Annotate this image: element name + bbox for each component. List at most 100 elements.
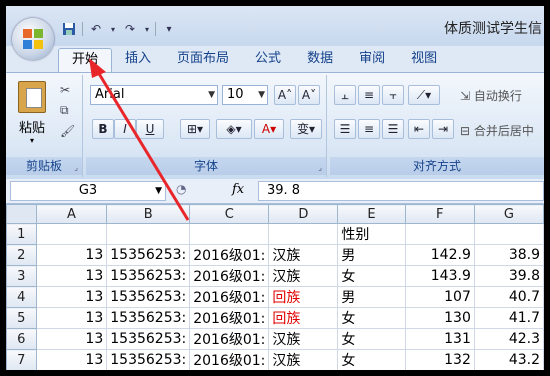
cell-a2[interactable]: 13 [35,244,108,266]
cell-e3[interactable]: 女 [337,265,406,287]
cell-f6[interactable]: 131 [404,328,475,350]
cell-f3[interactable]: 143.9 [404,265,475,287]
cell-d6[interactable]: 汉族 [268,328,339,350]
column-header-c[interactable]: C [189,204,270,224]
cell-d1[interactable] [268,223,339,245]
cell-g3[interactable]: 39.8 [473,265,544,287]
paste-button[interactable]: 粘贴 ▾ [14,81,50,147]
row-header[interactable]: 1 [6,223,37,245]
tab-view[interactable]: 视图 [398,48,450,72]
font-size-combo[interactable]: 10 ▼ [222,85,268,105]
cell-g6[interactable]: 42.3 [473,328,544,350]
row-header[interactable]: 4 [6,286,37,308]
cell-e4[interactable]: 男 [337,286,406,308]
cell-b7[interactable]: 15356253: [106,349,191,370]
cell-c2[interactable]: 2016级01: [189,244,270,266]
shrink-font-button[interactable]: A˅ [298,85,320,105]
cell-e6[interactable]: 女 [337,328,406,350]
align-right-button[interactable]: ☰ [382,119,404,139]
cell-b2[interactable]: 15356253: [106,244,191,266]
cell-e7[interactable]: 女 [337,349,406,370]
cell-c5[interactable]: 2016级01: [189,307,270,329]
cell-a7[interactable]: 13 [35,349,108,370]
cell-b5[interactable]: 15356253: [106,307,191,329]
underline-button[interactable]: U [136,119,164,139]
wrap-text-button[interactable]: ⇲ 自动换行 [460,87,522,104]
formula-input[interactable]: 39. 8 [258,181,544,201]
customize-icon[interactable]: ▾ [160,20,178,38]
cell-b3[interactable]: 15356253: [106,265,191,287]
cut-icon[interactable]: ✂ [60,83,75,97]
align-center-button[interactable]: ≡ [358,119,380,139]
cell-b4[interactable]: 15356253: [106,286,191,308]
office-button[interactable] [12,18,54,60]
cell-d7[interactable]: 汉族 [268,349,339,370]
undo-icon[interactable]: ↶ [87,20,105,38]
cell-b6[interactable]: 15356253: [106,328,191,350]
borders-button[interactable]: ⊞▾ [180,119,210,139]
row-header[interactable]: 5 [6,307,37,329]
cell-a4[interactable]: 13 [35,286,108,308]
cell-g4[interactable]: 40.7 [473,286,544,308]
cell-d5[interactable]: 回族 [268,307,339,329]
cell-c3[interactable]: 2016级01: [189,265,270,287]
merge-center-button[interactable]: ⊟ 合并后居中 [460,122,534,139]
increase-indent-button[interactable]: ⇥ [432,119,454,139]
column-header-b[interactable]: B [106,204,191,224]
grow-font-button[interactable]: A˄ [274,85,296,105]
name-box[interactable]: G3 ▼ [10,181,166,201]
font-name-combo[interactable]: Arial ▼ [90,85,218,105]
cell-c4[interactable]: 2016级01: [189,286,270,308]
row-header[interactable]: 3 [6,265,37,287]
cell-f5[interactable]: 130 [404,307,475,329]
undo-dropdown-icon[interactable]: ▾ [109,20,117,38]
redo-dropdown-icon[interactable]: ▾ [143,20,151,38]
cell-f2[interactable]: 142.9 [404,244,475,266]
tab-formulas[interactable]: 公式 [242,48,294,72]
cell-f7[interactable]: 132 [404,349,475,370]
tab-data[interactable]: 数据 [294,48,346,72]
format-painter-icon[interactable]: 🖌 [60,124,75,138]
insert-function-icon[interactable]: fx [232,182,244,197]
align-top-button[interactable]: ⫠ [334,85,356,105]
cell-b1[interactable] [106,223,191,245]
cell-d4[interactable]: 回族 [268,286,339,308]
font-launcher-icon[interactable]: ⌟ [318,163,322,172]
column-header-e[interactable]: E [337,204,406,224]
cell-a3[interactable]: 13 [35,265,108,287]
tab-page-layout[interactable]: 页面布局 [164,48,242,72]
cell-a5[interactable]: 13 [35,307,108,329]
tab-review[interactable]: 审阅 [346,48,398,72]
row-header[interactable]: 7 [6,349,37,370]
cell-a6[interactable]: 13 [35,328,108,350]
fill-color-button[interactable]: ◈▾ [216,119,252,139]
cell-f4[interactable]: 107 [404,286,475,308]
clipboard-launcher-icon[interactable]: ⌟ [74,163,78,172]
cell-c1[interactable] [189,223,270,245]
tab-home[interactable]: 开始 [58,48,113,72]
cell-e1[interactable]: 性别 [337,223,406,245]
italic-button[interactable]: I [114,119,136,139]
row-header[interactable]: 6 [6,328,37,350]
copy-icon[interactable]: ⧉ [60,103,75,118]
select-all-corner[interactable] [6,204,37,224]
phonetic-button[interactable]: 变▾ [290,119,322,139]
orientation-button[interactable]: ⟋▾ [408,85,440,105]
cell-g7[interactable]: 43.2 [473,349,544,370]
cell-c6[interactable]: 2016级01: [189,328,270,350]
column-header-a[interactable]: A [35,204,108,224]
column-header-f[interactable]: F [404,204,475,224]
cell-a1[interactable] [35,223,108,245]
cell-f1[interactable] [404,223,475,245]
cell-g1[interactable] [473,223,544,245]
font-color-button[interactable]: A▾ [254,119,284,139]
cell-e2[interactable]: 男 [337,244,406,266]
cell-g5[interactable]: 41.7 [473,307,544,329]
align-middle-button[interactable]: ≡ [358,85,380,105]
align-bottom-button[interactable]: ⫟ [382,85,404,105]
align-left-button[interactable]: ☰ [334,119,356,139]
cell-d2[interactable]: 汉族 [268,244,339,266]
tab-insert[interactable]: 插入 [112,48,164,72]
cell-d3[interactable]: 汉族 [268,265,339,287]
save-icon[interactable] [60,20,78,38]
